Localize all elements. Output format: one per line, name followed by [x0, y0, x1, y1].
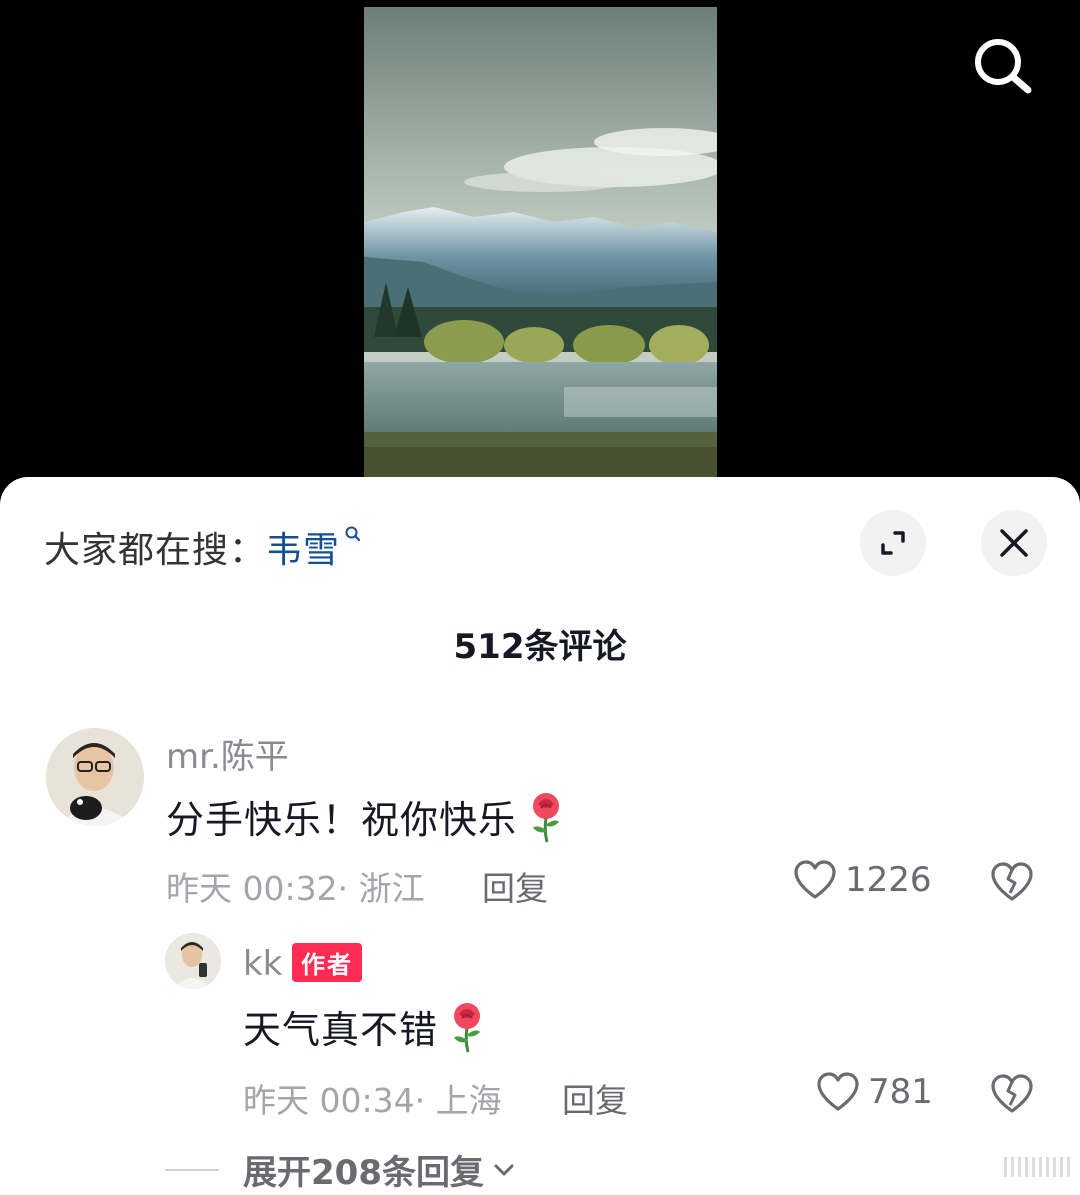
reply-username[interactable]: kk: [243, 944, 282, 984]
comment-text-body: 分手快乐！祝你快乐: [166, 798, 518, 842]
like-button[interactable]: 781: [816, 1071, 933, 1113]
dislike-button[interactable]: [990, 861, 1034, 907]
rose-emoji-icon: [454, 1002, 481, 1052]
landscape-image: [364, 7, 717, 477]
search-icon: [975, 39, 1032, 94]
reply-text-body: 天气真不错: [243, 1008, 439, 1052]
video-thumbnail[interactable]: [364, 7, 717, 477]
scroll-indicator: [1004, 1157, 1074, 1177]
expand-replies-label: 展开208条回复: [243, 1153, 484, 1193]
broken-heart-icon: [991, 1074, 1033, 1113]
broken-heart-icon: [991, 862, 1033, 901]
like-count: 1226: [845, 860, 932, 900]
like-count: 781: [868, 1072, 933, 1112]
chevron-down-icon: [494, 1164, 514, 1175]
rose-emoji-icon: [533, 792, 560, 842]
comment-username[interactable]: mr.陈平: [166, 729, 289, 778]
video-player[interactable]: [0, 0, 1080, 490]
comment-text: 分手快乐！祝你快乐: [166, 789, 567, 844]
trending-keyword-link[interactable]: 韦雪: [266, 521, 362, 573]
small-search-icon: [345, 526, 361, 542]
author-badge: 作者: [292, 943, 362, 982]
divider-line: [165, 1168, 219, 1171]
reply-button[interactable]: 回复: [482, 862, 548, 910]
close-button[interactable]: [981, 510, 1047, 576]
trending-search: 大家都在搜： 韦雪: [44, 521, 362, 573]
reply-text: 天气真不错: [243, 999, 488, 1054]
comment-count-title: 512条评论: [453, 627, 627, 667]
trending-label: 大家都在搜：: [44, 530, 267, 571]
trending-keyword: 韦雪: [266, 530, 341, 571]
expand-button[interactable]: [860, 510, 926, 576]
expand-icon: [881, 531, 905, 555]
comment-sheet: 大家都在搜： 韦雪 512条评论 mr.陈平 分手快乐！祝你快乐 昨天 00:3…: [0, 477, 1080, 1195]
reply-avatar-image: [165, 933, 221, 989]
dislike-button[interactable]: [990, 1073, 1034, 1119]
user-avatar-image: [46, 728, 144, 826]
comment-meta: 昨天 00:32· 浙江: [166, 869, 425, 908]
like-button[interactable]: 1226: [793, 859, 932, 901]
avatar[interactable]: [46, 728, 144, 826]
heart-outline-icon: [794, 860, 836, 899]
avatar[interactable]: [165, 933, 221, 989]
search-button[interactable]: [968, 32, 1038, 102]
reply-meta: 昨天 00:34· 上海: [243, 1081, 502, 1120]
expand-replies-button[interactable]: 展开208条回复: [165, 1145, 516, 1194]
close-icon: [1000, 529, 1028, 557]
reply-button[interactable]: 回复: [562, 1074, 628, 1122]
heart-outline-icon: [817, 1072, 859, 1111]
